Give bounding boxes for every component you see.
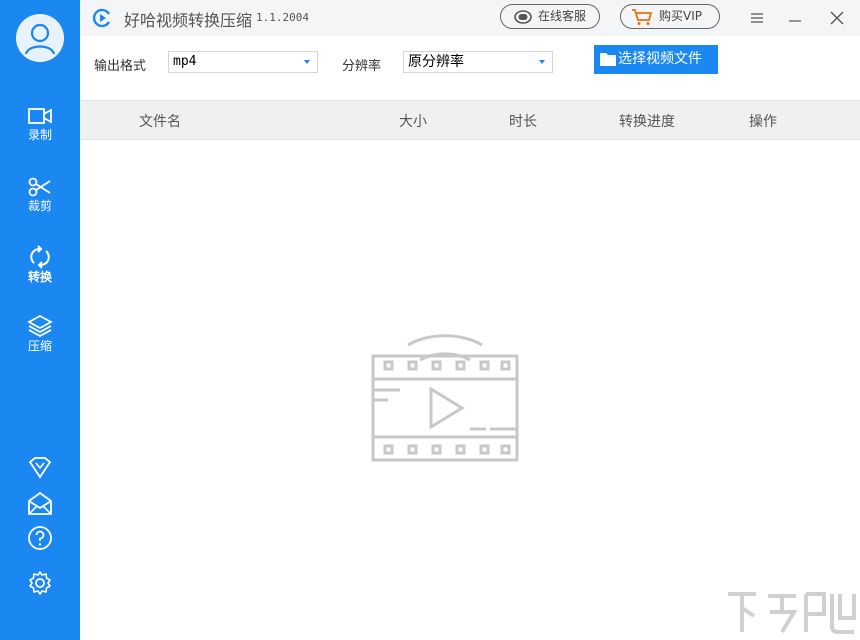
sidebar-item-compress[interactable]: 压缩 — [0, 314, 80, 370]
sidebar: 录制 裁剪 转换 压缩 — [0, 0, 80, 640]
cart-icon — [632, 9, 653, 25]
layers-icon — [27, 314, 53, 338]
file-list-area[interactable] — [80, 140, 860, 640]
column-header-progress: 转换进度 — [619, 114, 675, 130]
scissors-icon — [28, 177, 51, 197]
minimize-icon — [789, 20, 801, 22]
sidebar-item-label: 转换 — [27, 270, 52, 284]
help-icon[interactable] — [27, 525, 53, 551]
output-format-label: 输出格式 — [94, 59, 147, 74]
buy-vip-label: 购买VIP — [659, 9, 702, 23]
column-header-actions: 操作 — [749, 114, 777, 130]
output-format-value: mp4 — [173, 54, 197, 69]
resolution-value: 原分辨率 — [408, 54, 464, 70]
buy-vip-button[interactable]: 购买VIP — [620, 4, 720, 29]
close-icon — [830, 11, 844, 25]
app-logo-icon — [92, 8, 111, 28]
empty-video-illustration-icon — [371, 334, 519, 462]
title-bar: 好哈视频转换压缩 1.1.2004 在线客服 购买VIP — [80, 0, 860, 36]
avatar[interactable] — [16, 14, 64, 62]
output-format-select[interactable]: mp4 — [168, 51, 318, 73]
resolution-select[interactable]: 原分辨率 — [403, 51, 553, 73]
app-version: 1.1.2004 — [256, 11, 309, 24]
menu-button[interactable] — [745, 6, 769, 30]
sidebar-item-record[interactable]: 录制 — [0, 105, 80, 161]
column-header-duration: 时长 — [509, 114, 537, 130]
dropdown-arrow-icon — [539, 60, 545, 64]
choose-video-file-button[interactable]: 选择视频文件 — [594, 45, 718, 74]
convert-icon — [30, 245, 50, 269]
settings-icon[interactable] — [27, 570, 53, 596]
choose-video-file-label: 选择视频文件 — [618, 51, 702, 67]
sidebar-item-cut[interactable]: 裁剪 — [0, 176, 80, 232]
headset-icon — [514, 10, 532, 24]
online-service-label: 在线客服 — [538, 9, 587, 23]
close-button[interactable] — [825, 6, 849, 30]
online-service-button[interactable]: 在线客服 — [500, 4, 600, 29]
menu-icon — [751, 13, 763, 23]
column-header-filename: 文件名 — [139, 114, 181, 130]
vip-diamond-icon[interactable] — [27, 455, 53, 481]
sidebar-item-convert[interactable]: 转换 — [0, 245, 80, 301]
toolbar: 输出格式 mp4 分辨率 原分辨率 选择视频文件 — [80, 36, 860, 100]
mail-icon[interactable] — [27, 490, 53, 516]
file-table-header: 文件名 大小 时长 转换进度 操作 — [80, 100, 860, 140]
minimize-button[interactable] — [783, 6, 807, 30]
column-header-size: 大小 — [399, 114, 427, 130]
sidebar-item-label: 裁剪 — [27, 199, 52, 213]
dropdown-arrow-icon — [304, 60, 310, 64]
sidebar-item-label: 压缩 — [27, 339, 52, 353]
sidebar-item-label: 录制 — [27, 128, 52, 142]
watermark-logo — [728, 592, 856, 634]
video-camera-icon — [28, 108, 52, 124]
resolution-label: 分辨率 — [342, 59, 382, 74]
app-title: 好哈视频转换压缩 — [124, 11, 253, 30]
folder-icon — [600, 53, 616, 66]
app-window: 录制 裁剪 转换 压缩 好哈视频转换压缩 1.1.2004 在线客服 购买VIP… — [0, 0, 860, 640]
user-icon — [16, 14, 64, 62]
